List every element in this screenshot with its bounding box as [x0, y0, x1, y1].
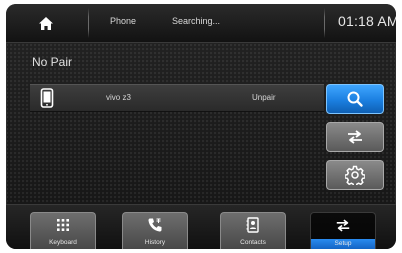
keypad-icon [57, 219, 69, 231]
phone-screen: Phone Searching... 01:18 AM No Pair vivo… [6, 4, 396, 249]
home-button[interactable] [28, 10, 64, 36]
home-icon [39, 16, 53, 30]
status-phone-label: Phone [110, 16, 137, 26]
unpair-button[interactable]: Unpair [252, 93, 276, 102]
pair-status-label: No Pair [32, 55, 73, 69]
swap-button[interactable] [326, 122, 384, 152]
nav-contacts-button[interactable]: Contacts [220, 212, 286, 249]
device-name: vivo z3 [106, 93, 131, 102]
swap-arrows-icon [348, 130, 362, 144]
nav-contacts-label: Contacts [240, 239, 266, 246]
nav-history-button[interactable]: History [122, 212, 188, 249]
contacts-icon [246, 217, 259, 233]
status-divider [88, 8, 89, 38]
gear-icon [345, 165, 365, 185]
settings-button[interactable] [326, 160, 384, 190]
status-bar: Phone Searching... 01:18 AM [6, 4, 396, 43]
search-button[interactable] [326, 84, 384, 114]
nav-history-label: History [144, 239, 166, 246]
nav-setup-button[interactable]: Setup [310, 212, 376, 249]
nav-keyboard-button[interactable]: Keyboard [30, 212, 96, 249]
swap-arrows-icon [336, 219, 350, 231]
phone-log-icon [148, 218, 162, 232]
status-divider [324, 8, 325, 38]
nav-setup-label: Setup [334, 240, 352, 247]
status-searching-text: Searching... [172, 16, 221, 26]
smartphone-icon [40, 88, 54, 108]
search-icon [347, 91, 363, 107]
bottom-navigation: Keyboard History Contacts Setup [6, 204, 396, 249]
nav-keyboard-label: Keyboard [49, 239, 77, 246]
device-list-item[interactable]: vivo z3 Unpair [30, 84, 324, 112]
clock: 01:18 AM [338, 13, 396, 29]
